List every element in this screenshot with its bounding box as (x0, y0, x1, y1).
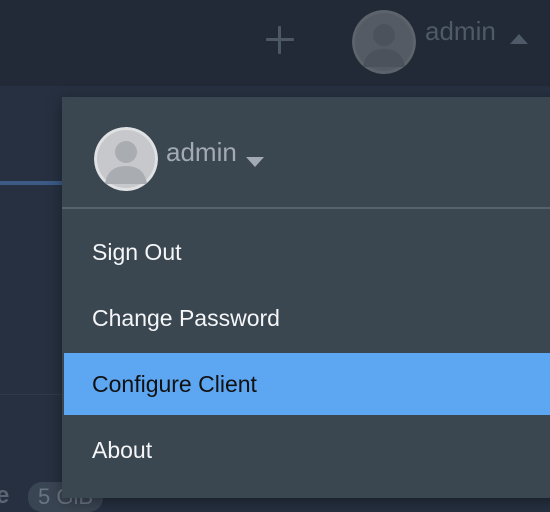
background-divider (0, 394, 70, 395)
dropdown-menu-list: Sign Out Change Password Configure Clien… (62, 221, 550, 485)
caret-up-icon (510, 34, 528, 44)
caret-down-icon (246, 157, 264, 167)
header-username: admin (425, 16, 496, 46)
menu-item-change-password[interactable]: Change Password (64, 287, 550, 349)
background-partial-label: e (0, 482, 10, 509)
user-avatar-icon (94, 127, 158, 191)
user-dropdown-menu: admin Sign Out Change Password Configure… (62, 97, 550, 498)
plus-icon[interactable] (266, 26, 294, 54)
dropdown-divider (62, 207, 550, 209)
dropdown-user-header[interactable]: admin (62, 97, 550, 207)
top-header: admin (0, 0, 550, 86)
active-tab-indicator (0, 181, 70, 185)
menu-item-about[interactable]: About (64, 419, 550, 481)
menu-item-sign-out[interactable]: Sign Out (64, 221, 550, 283)
menu-item-configure-client[interactable]: Configure Client (64, 353, 550, 415)
user-avatar-icon (352, 10, 416, 74)
dropdown-username: admin (166, 137, 237, 167)
